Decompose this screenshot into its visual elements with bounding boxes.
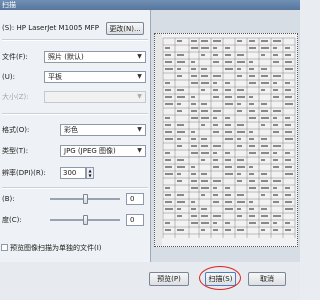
highlight-circle [199,266,241,290]
window-title-bar: 扫描 [0,0,300,10]
file-type-value: JPG (JPEG 图像) [64,147,116,155]
source-value: 平板 [48,73,62,81]
separator [2,113,148,115]
paper-size-select: ▼ [44,91,146,103]
chevron-down-icon: ▼ [137,73,142,80]
brightness-label: (B): [2,195,15,203]
scan-preview-image[interactable] [154,33,298,247]
color-format-value: 彩色 [64,126,78,134]
color-format-select[interactable]: 彩色 ▼ [60,124,146,136]
source-label: (U): [2,73,15,81]
scanned-document-image [155,34,297,246]
window-title: 扫描 [2,1,16,9]
resolution-value: 300 [63,169,77,177]
preview-button[interactable]: 预览(P) [149,272,189,286]
source-select[interactable]: 平板 ▼ [44,71,146,83]
chevron-down-icon: ▼ [137,93,142,100]
color-format-label: 格式(O): [2,126,30,134]
paper-size-label: 大小(Z): [2,93,29,101]
contrast-input[interactable]: 0 [126,214,144,226]
chevron-down-icon: ▼ [137,53,142,60]
brightness-input[interactable]: 0 [126,193,144,205]
brightness-slider-thumb[interactable] [82,194,88,204]
contrast-label: 度(C): [2,216,22,224]
cancel-button[interactable]: 取消 [248,272,286,286]
chevron-down-icon: ▼ [137,147,142,154]
resolution-input[interactable]: 300 [60,167,86,179]
resolution-spinner[interactable]: ▲ ▼ [86,167,94,179]
separate-files-label: 预览图像扫描为单独的文件(I) [10,244,102,252]
contrast-value: 0 [130,216,135,224]
profile-select[interactable]: 照片 (默认) ▼ [44,51,146,63]
scanner-label: (S): HP LaserJet M1005 MFP [2,24,99,32]
profile-label: 文件(F): [2,53,28,61]
chevron-down-icon: ▼ [137,126,142,133]
resolution-label: 辨率(DPI)(R): [2,169,46,177]
separator [2,187,148,189]
file-type-select[interactable]: JPG (JPEG 图像) ▼ [60,145,146,157]
brightness-value: 0 [130,195,135,203]
change-scanner-button[interactable]: 更改(N)... [106,22,144,35]
separate-files-checkbox[interactable] [1,244,8,251]
separator [2,39,148,41]
profile-value: 照片 (默认) [48,53,84,61]
file-type-label: 类型(T): [2,147,29,155]
contrast-slider-thumb[interactable] [82,215,88,225]
